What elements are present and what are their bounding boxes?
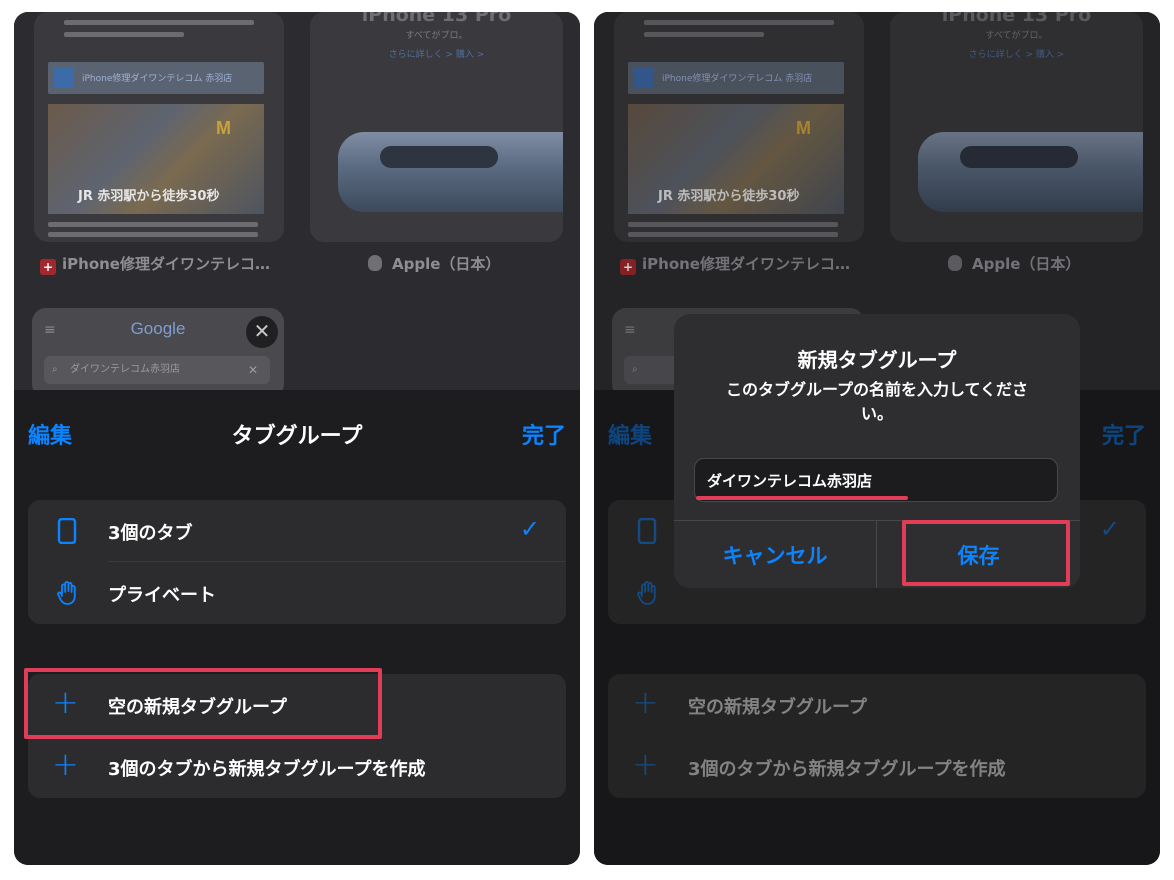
apple-page-header: iPhone 13 Pro すべてがプロ。 さらに詳しく > 購入 > <box>310 12 563 60</box>
dialog-message: このタブグループの名前を入力してください。 <box>725 380 1029 423</box>
google-search-box: ⌕ ダイワンテレコム赤羽店 ✕ <box>44 356 270 384</box>
highlight-box <box>902 520 1070 586</box>
sheet-title: タブグループ <box>231 424 363 449</box>
tab-group-label: プライベート <box>108 585 216 606</box>
tab-thumbnail-apple[interactable]: iPhone 13 Pro すべてがプロ。 さらに詳しく > 購入 > <box>310 12 563 242</box>
right-screenshot-panel: iPhone修理ダイワンテレコム 赤羽店 M JR 赤羽駅から徒歩30秒 iPh… <box>594 12 1160 865</box>
daiwan-favicon-icon: + <box>40 259 56 275</box>
sheet-header: 編集 タブグループ 完了 <box>14 418 580 450</box>
search-icon: ⌕ <box>52 364 58 375</box>
checkmark-icon: ✓ <box>519 515 540 543</box>
tab-title-apple: Apple（日本） <box>368 253 500 274</box>
page-text-line <box>48 232 258 237</box>
mcdonalds-sign-icon: M <box>216 118 231 138</box>
iphone-product-image <box>338 132 563 212</box>
storefront-photo: M JR 赤羽駅から徒歩30秒 <box>48 104 264 214</box>
tab-thumbnail-google[interactable]: ≡ Google ⌕ ダイワンテレコム赤羽店 ✕ <box>32 308 284 398</box>
tab-thumbnail-daiwan[interactable]: iPhone修理ダイワンテレコム 赤羽店 M JR 赤羽駅から徒歩30秒 <box>34 12 284 242</box>
tab-groups-sheet: 編集 タブグループ 完了 3個のタブ ✓ プライベート + 空の新規タブグループ… <box>14 390 580 865</box>
cancel-button[interactable]: キャンセル <box>674 521 876 588</box>
tab-title-text: iPhone修理ダイワンテレコ… <box>62 255 270 273</box>
phone-tabs-icon <box>57 518 77 544</box>
tab-group-row-private[interactable]: プライベート <box>28 562 566 624</box>
apple-tagline: すべてがプロ。 <box>405 31 468 41</box>
highlight-underline <box>696 496 908 500</box>
page-text-line <box>48 222 258 227</box>
dialog-title: 新規タブグループ <box>797 348 957 372</box>
shop-banner: iPhone修理ダイワンテレコム 赤羽店 <box>48 62 264 94</box>
tab-group-row-tabs[interactable]: 3個のタブ ✓ <box>28 500 566 562</box>
page-text-line <box>64 20 254 25</box>
iphone-camera-image <box>380 146 498 168</box>
google-search-text: ダイワンテレコム赤羽店 <box>70 364 180 375</box>
apple-links: さらに詳しく > 購入 > <box>388 50 485 60</box>
shop-logo-icon <box>54 68 74 88</box>
left-screenshot-panel: iPhone修理ダイワンテレコム 赤羽店 M JR 赤羽駅から徒歩30秒 iPh… <box>14 12 580 865</box>
highlight-box <box>24 668 382 739</box>
tab-overview: iPhone修理ダイワンテレコム 赤羽店 M JR 赤羽駅から徒歩30秒 iPh… <box>14 12 580 398</box>
apple-headline: iPhone 13 Pro <box>361 12 512 26</box>
tab-title-text: Apple（日本） <box>392 255 501 273</box>
done-button[interactable]: 完了 <box>522 418 566 450</box>
shop-banner-text: iPhone修理ダイワンテレコム 赤羽店 <box>82 74 233 84</box>
tab-title-daiwan: + iPhone修理ダイワンテレコ… <box>40 253 270 275</box>
page-text-line <box>64 32 184 37</box>
plus-icon: + <box>52 745 79 783</box>
hand-icon <box>57 581 76 605</box>
photo-caption: JR 赤羽駅から徒歩30秒 <box>78 189 220 204</box>
apple-logo-icon <box>368 255 382 271</box>
group-name-input[interactable] <box>695 459 1057 501</box>
tab-group-list: 3個のタブ ✓ プライベート <box>28 500 566 624</box>
action-label: 3個のタブから新規タブグループを作成 <box>108 759 426 780</box>
tab-group-label: 3個のタブ <box>108 523 193 544</box>
close-tab-icon[interactable]: ✕ <box>246 316 278 348</box>
clear-icon: ✕ <box>247 363 258 377</box>
new-group-from-tabs-button[interactable]: + 3個のタブから新規タブグループを作成 <box>28 736 566 798</box>
